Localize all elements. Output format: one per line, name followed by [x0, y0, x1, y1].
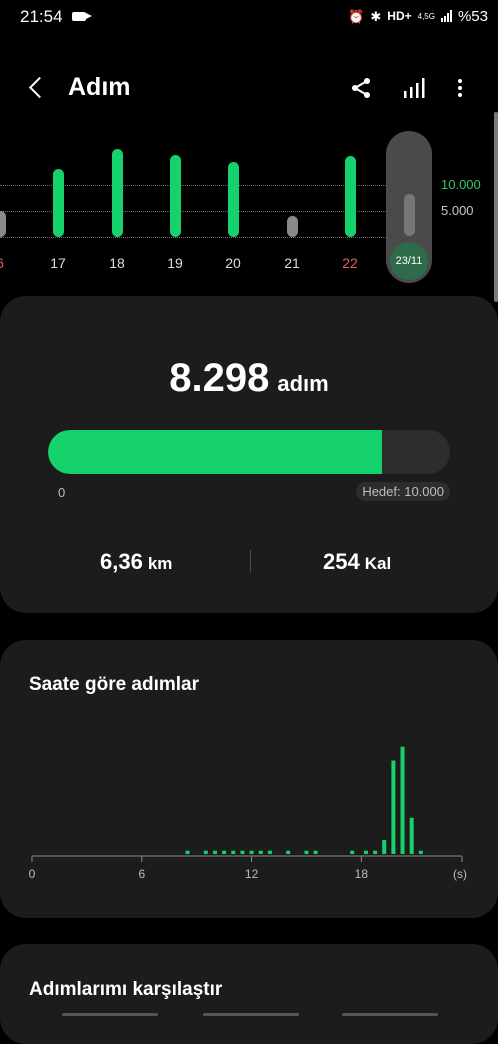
goal-guide-line [0, 185, 430, 186]
day-bar-22[interactable] [344, 155, 356, 237]
hourly-bar [409, 817, 414, 854]
hourly-bar [231, 850, 236, 854]
camera-recording-icon [72, 12, 92, 21]
hourly-bar [258, 850, 263, 854]
nav-recents[interactable] [62, 1013, 158, 1016]
day-label: 6 [0, 255, 15, 271]
hourly-bar [222, 850, 227, 854]
goal-progress-fill [48, 430, 382, 474]
x-tick-label: 0 [29, 867, 36, 881]
hourly-bar [240, 850, 245, 854]
status-bar: 21:54 ⏰ ✱ HD+ 4,5G %53 [0, 0, 498, 32]
compare-steps-card[interactable]: Adımlarımı karşılaştır [0, 944, 498, 1044]
calories-stat: 254 Kal [323, 549, 391, 575]
more-dot [458, 93, 462, 97]
alarm-icon: ⏰ [348, 8, 365, 24]
bluetooth-icon: ✱ [370, 8, 382, 24]
share-icon [352, 78, 370, 98]
base-guide-line [0, 237, 430, 238]
x-axis-unit: (s) [453, 867, 467, 881]
distance-value: 6,36 [100, 549, 143, 574]
mid-guide-line [0, 211, 430, 212]
steps-summary-card: 8.298 adım 0 Hedef: 10.000 6,36 km 254 Kal [0, 296, 498, 613]
day-bar-6[interactable] [0, 211, 6, 237]
day-label: 18 [109, 255, 125, 271]
day-bar-18[interactable] [111, 149, 123, 237]
x-tick-label: 6 [138, 867, 145, 881]
hourly-bar [391, 760, 396, 854]
hourly-bar [363, 850, 368, 854]
battery-level: %53 [457, 7, 488, 25]
day-label: 17 [50, 255, 66, 271]
trends-button[interactable] [400, 74, 428, 102]
more-options-button[interactable] [446, 74, 474, 102]
goal-progress-bar [48, 430, 450, 474]
distance-unit: km [147, 554, 173, 573]
scrollbar[interactable] [494, 112, 498, 302]
hourly-bar [185, 850, 190, 854]
day-bar-19[interactable] [169, 155, 181, 237]
more-dot [458, 79, 462, 83]
signal-icon [440, 10, 452, 22]
stat-divider [250, 550, 251, 572]
nav-back[interactable] [342, 1013, 438, 1016]
day-label: 21 [284, 255, 300, 271]
day-label: 22 [342, 255, 358, 271]
hourly-bar [373, 850, 378, 854]
calories-value: 254 [323, 549, 360, 574]
day-bar-17[interactable] [52, 168, 64, 237]
x-tick-label: 18 [355, 867, 369, 881]
hourly-bar [313, 850, 318, 854]
bar-chart-icon [404, 78, 425, 98]
hourly-bar [382, 840, 387, 854]
hourly-steps-chart: 0 6 12 18 (s) [29, 746, 467, 881]
selected-day-label[interactable]: 23/11 [390, 242, 428, 280]
day-label: 20 [225, 255, 241, 271]
hourly-bar [203, 850, 208, 854]
status-time: 21:54 [20, 7, 63, 26]
network-type: HD+ [387, 9, 412, 23]
hourly-bar [267, 850, 272, 854]
nav-home[interactable] [203, 1013, 299, 1016]
hourly-bar [418, 850, 423, 854]
distance-stat: 6,36 km [100, 549, 172, 575]
calories-unit: Kal [364, 554, 392, 573]
steps-unit: adım [277, 371, 329, 396]
goal-axis-label: 10.000 [441, 177, 481, 192]
status-icons: ⏰ ✱ HD+ 4,5G %53 [348, 6, 488, 26]
day-bar-21[interactable] [286, 216, 298, 237]
day-label: 19 [167, 255, 183, 271]
day-bar-20[interactable] [227, 162, 239, 237]
day-bar-23-11[interactable] [403, 194, 415, 236]
page-title: Adım [68, 73, 131, 101]
hourly-bar [286, 850, 291, 854]
compare-card-title: Adımlarımı karşılaştır [29, 979, 223, 1000]
hourly-steps-card[interactable]: Saate göre adımlar 0 6 12 18 (s) [0, 640, 498, 918]
back-button[interactable] [24, 74, 52, 102]
x-tick-label: 12 [245, 867, 259, 881]
goal-label[interactable]: Hedef: 10.000 [356, 482, 450, 501]
steps-value: 8.298 [169, 356, 270, 400]
system-nav-bar [0, 1008, 498, 1024]
hourly-bar [400, 746, 405, 854]
steps-total: 8.298 adım [0, 356, 498, 401]
network-gen: 4,5G [417, 11, 435, 21]
share-button[interactable] [347, 74, 375, 102]
mid-axis-label: 5.000 [441, 203, 474, 218]
hourly-bar [304, 850, 309, 854]
app-bar: Adım [0, 60, 498, 116]
hourly-bar [212, 850, 217, 854]
more-dot [458, 86, 462, 90]
hourly-bar [350, 850, 355, 854]
hourly-bar [249, 850, 254, 854]
progress-start-label: 0 [58, 485, 66, 500]
